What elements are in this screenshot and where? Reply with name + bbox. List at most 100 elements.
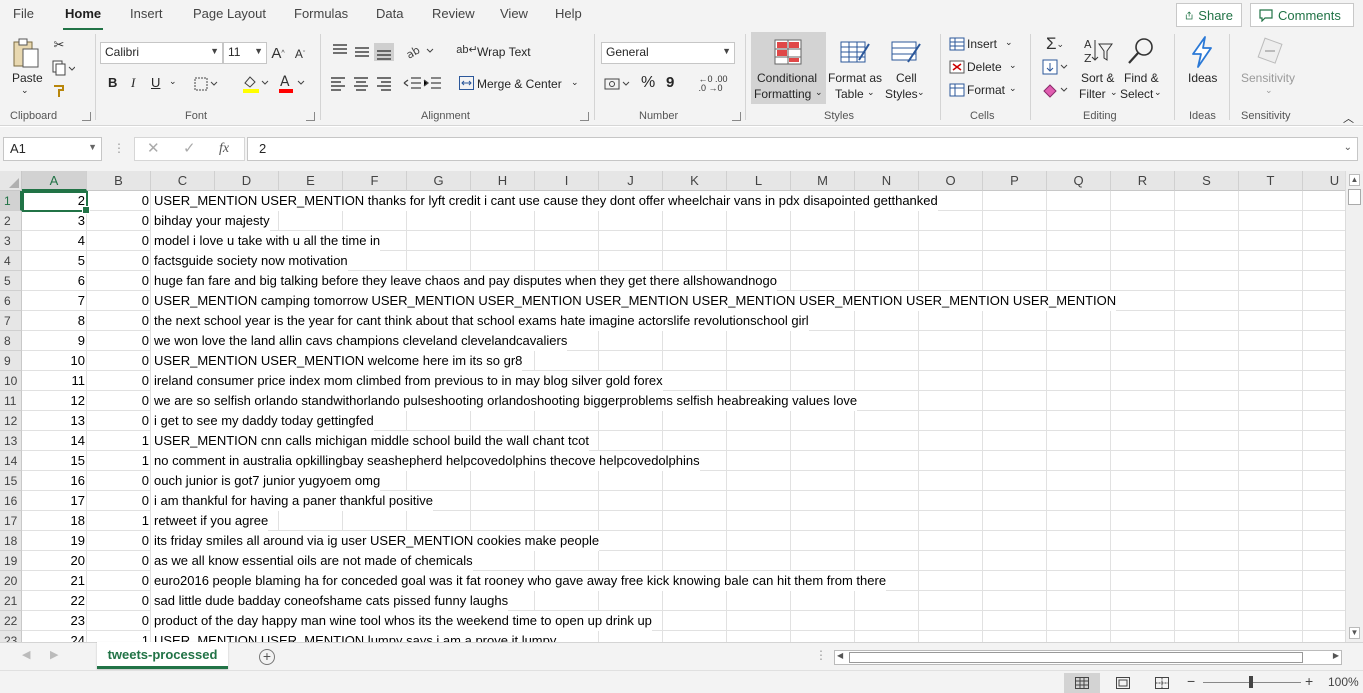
column-header-k[interactable]: K — [663, 171, 727, 191]
row-header[interactable]: 3 — [0, 231, 22, 251]
cell-c[interactable]: model i love u take with u all the time … — [151, 231, 381, 251]
row-header[interactable]: 1 — [0, 191, 22, 211]
format-as-table-icon[interactable] — [838, 37, 872, 67]
cell-c[interactable]: ireland consumer price index mom climbed… — [151, 371, 663, 391]
cancel-icon[interactable]: ✕ — [147, 139, 160, 157]
cell-a[interactable]: 22 — [22, 591, 87, 611]
column-header-f[interactable]: F — [343, 171, 407, 191]
number-format-select[interactable]: General ▼ — [601, 42, 735, 64]
cell-b[interactable]: 0 — [87, 531, 151, 551]
chevron-down-icon[interactable]: ⌄ — [169, 76, 177, 87]
row-header[interactable]: 7 — [0, 311, 22, 331]
column-header-b[interactable]: B — [87, 171, 151, 191]
cell-b[interactable]: 1 — [87, 451, 151, 471]
ideas-button[interactable]: Ideas — [1188, 71, 1217, 85]
cell-b[interactable]: 0 — [87, 211, 151, 231]
merge-center-button[interactable]: Merge & Center — [477, 77, 562, 91]
autosum-icon[interactable]: Σ ⌄ — [1040, 34, 1070, 54]
vertical-scroll-thumb[interactable] — [1348, 189, 1361, 205]
cell-c[interactable]: i get to see my daddy today gettingfed — [151, 411, 374, 431]
sort-filter-line2[interactable]: Filter — [1079, 87, 1106, 101]
find-select-line1[interactable]: Find & — [1124, 71, 1159, 85]
scroll-up-icon[interactable]: ▲ — [1349, 174, 1360, 186]
cell-c[interactable]: sad little dude badday coneofshame cats … — [151, 591, 509, 611]
font-size-select[interactable]: 11 ▼ — [223, 42, 267, 64]
cell-b[interactable]: 0 — [87, 311, 151, 331]
cell-b[interactable]: 0 — [87, 571, 151, 591]
row-header[interactable]: 10 — [0, 371, 22, 391]
cell-c[interactable]: no comment in australia opkillingbay sea… — [151, 451, 700, 471]
column-header-c[interactable]: C — [151, 171, 215, 191]
row-header[interactable]: 16 — [0, 491, 22, 511]
clear-icon[interactable] — [1040, 80, 1070, 100]
cell-a[interactable]: 7 — [22, 291, 87, 311]
cell-a[interactable]: 11 — [22, 371, 87, 391]
borders-icon[interactable] — [193, 75, 219, 93]
cell-styles-icon[interactable] — [889, 37, 923, 67]
number-launcher-icon[interactable] — [732, 112, 741, 121]
cell-styles-line1[interactable]: Cell — [896, 71, 917, 85]
cell-a[interactable]: 20 — [22, 551, 87, 571]
paste-dropdown-icon[interactable]: ⌄ — [21, 85, 29, 96]
wrap-text-button[interactable]: Wrap Text — [477, 45, 531, 59]
bold-button[interactable]: B — [108, 75, 117, 90]
formula-input[interactable]: 2 ⌄ — [247, 137, 1358, 161]
cell-c[interactable]: as we all know essential oils are not ma… — [151, 551, 473, 571]
cell-a[interactable]: 18 — [22, 511, 87, 531]
column-header-a[interactable]: A — [22, 171, 87, 191]
column-header-s[interactable]: S — [1175, 171, 1239, 191]
column-header-t[interactable]: T — [1239, 171, 1303, 191]
orientation-icon[interactable]: ab — [404, 40, 436, 62]
cell-b[interactable]: 0 — [87, 331, 151, 351]
row-header[interactable]: 15 — [0, 471, 22, 491]
cell-c[interactable]: product of the day happy man wine tool w… — [151, 611, 652, 631]
cell-b[interactable]: 0 — [87, 391, 151, 411]
column-header-p[interactable]: P — [983, 171, 1047, 191]
format-as-table-line2[interactable]: Table — [835, 87, 864, 101]
zoom-in-icon[interactable]: + — [1305, 673, 1313, 689]
copy-icon[interactable] — [50, 59, 76, 77]
scroll-down-icon[interactable]: ▼ — [1349, 627, 1360, 639]
tab-insert[interactable]: Insert — [130, 6, 163, 21]
row-header[interactable]: 9 — [0, 351, 22, 371]
cell-c[interactable]: huge fan fare and big talking before the… — [151, 271, 777, 291]
prev-sheet-icon[interactable]: ◀ — [22, 648, 30, 661]
tab-view[interactable]: View — [500, 6, 528, 21]
chevron-down-icon[interactable]: ⌄ — [1154, 87, 1162, 98]
cell-b[interactable]: 1 — [87, 631, 151, 642]
collapse-ribbon-icon[interactable]: ︿ — [1343, 110, 1354, 126]
cell-c[interactable]: retweet if you agree — [151, 511, 269, 531]
zoom-out-icon[interactable]: − — [1187, 673, 1195, 689]
name-box[interactable]: A1 ▼ — [3, 137, 102, 161]
cell-b[interactable]: 0 — [87, 591, 151, 611]
increase-font-icon[interactable]: A ^ — [269, 43, 287, 63]
cell-b[interactable]: 1 — [87, 431, 151, 451]
vertical-align-icons[interactable] — [328, 40, 396, 62]
percent-button[interactable]: % — [641, 74, 655, 92]
cut-icon[interactable]: ✂ — [50, 36, 68, 54]
clipboard-launcher-icon[interactable] — [82, 112, 91, 121]
cell-c[interactable]: we are so selfish orlando standwithorlan… — [151, 391, 858, 411]
cell-c[interactable]: the next school year is the year for can… — [151, 311, 809, 331]
format-as-table-line1[interactable]: Format as — [828, 71, 882, 85]
paste-icon[interactable] — [10, 36, 42, 70]
column-header-d[interactable]: D — [215, 171, 279, 191]
row-header[interactable]: 19 — [0, 551, 22, 571]
font-name-select[interactable]: Calibri ▼ — [100, 42, 223, 64]
underline-button[interactable]: U — [151, 75, 160, 90]
chevron-down-icon[interactable]: ⌄ — [571, 77, 579, 88]
column-header-e[interactable]: E — [279, 171, 343, 191]
cell-a[interactable]: 23 — [22, 611, 87, 631]
page-break-view-icon[interactable] — [1144, 673, 1180, 693]
chevron-down-icon[interactable]: ⌄ — [917, 87, 925, 98]
cell-a[interactable]: 13 — [22, 411, 87, 431]
row-header[interactable]: 17 — [0, 511, 22, 531]
cell-b[interactable]: 0 — [87, 231, 151, 251]
horizontal-scroll-thumb[interactable] — [849, 652, 1303, 663]
row-header[interactable]: 13 — [0, 431, 22, 451]
column-header-u[interactable]: U — [1303, 171, 1345, 191]
cell-a[interactable]: 12 — [22, 391, 87, 411]
format-cells-button[interactable]: Format — [967, 83, 1005, 97]
cell-a[interactable]: 14 — [22, 431, 87, 451]
scroll-left-icon[interactable]: ◀ — [837, 651, 843, 660]
